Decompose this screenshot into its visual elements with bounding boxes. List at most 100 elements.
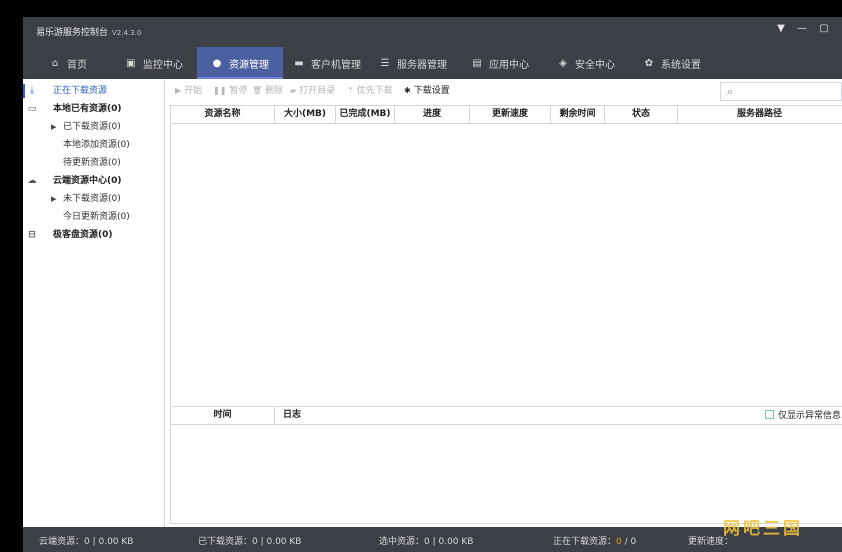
log-header: 时间 日志 仅显示异常信息 (171, 406, 842, 425)
tab-security-center[interactable]: ◈ 安全中心 (557, 47, 615, 79)
robot-icon: ● (212, 57, 222, 69)
only-errors-checkbox[interactable]: 仅显示异常信息 (765, 409, 841, 423)
column-header[interactable]: 资源名称 (171, 106, 275, 123)
column-header[interactable]: 进度 (395, 106, 470, 123)
tab-app-center[interactable]: ▤ 应用中心 (471, 47, 529, 79)
sidebar-item-label: 极客盘资源(0) (53, 230, 113, 240)
open-directory-button[interactable]: ▰ 打开目录 (290, 83, 335, 99)
tab-label: 监控中心 (143, 59, 183, 71)
download-icon: ⤓ (30, 86, 34, 96)
download-settings-label: 下载设置 (413, 86, 450, 96)
trash-icon: 🗑 (252, 86, 263, 95)
log-panel: 时间 日志 仅显示异常信息 (170, 406, 842, 524)
search-input[interactable] (741, 85, 839, 98)
sidebar-item-downloading[interactable]: ⤓ 正在下载资源 (23, 82, 165, 100)
expand-arrow-icon[interactable]: ▶ (51, 190, 56, 208)
shield-icon: ◈ (559, 57, 567, 69)
app-box-icon: ▤ (472, 57, 482, 69)
status-cloud-resources: 云端资源：0 | 0.00 KB (39, 537, 134, 547)
app-title: 易乐游服务控制台 V2.4.3.0 (36, 25, 141, 38)
sidebar-item-downloaded[interactable]: ▶ 已下载资源(0) (23, 118, 165, 136)
status-bar: 云端资源：0 | 0.00 KB 已下载资源：0 | 0.00 KB 选中资源：… (23, 527, 842, 552)
sidebar-item-not-downloaded[interactable]: ▶ 未下载资源(0) (23, 190, 165, 208)
status-downloaded-resources: 已下载资源：0 | 0.00 KB (198, 537, 302, 547)
play-icon: ▶ (175, 86, 182, 95)
open-directory-label: 打开目录 (299, 86, 336, 96)
status-downloading-total: / 0 (624, 537, 637, 547)
column-header[interactable]: 已完成(MB) (336, 106, 395, 123)
sidebar-item-label: 云端资源中心(0) (53, 176, 122, 186)
title-bar: 易乐游服务控制台 V2.4.3.0 ▼ — ▢ ⌂ 首页 ▣ 监控中心 ● 资源管理 ▬… (23, 17, 842, 79)
maximize-button[interactable]: ▢ (817, 22, 831, 36)
sidebar-item-local-resources[interactable]: ▭ 本地已有资源(0) (23, 100, 165, 118)
home-icon: ⌂ (51, 57, 59, 69)
search-box[interactable]: ⌕ (720, 82, 842, 101)
app-title-text: 易乐游服务控制台 (36, 28, 109, 38)
tab-label: 资源管理 (229, 59, 269, 71)
sidebar-item-updated-today[interactable]: 今日更新资源(0) (23, 208, 165, 226)
column-header[interactable]: 更新速度 (470, 106, 551, 123)
sidebar-item-label: 未下载资源(0) (63, 194, 121, 204)
priority-download-label: 优先下载 (356, 86, 393, 96)
resource-list-body[interactable] (170, 124, 842, 406)
sidebar-item-pending-update[interactable]: 待更新资源(0) (23, 154, 165, 172)
monitor-chart-icon: ▣ (126, 57, 136, 69)
sidebar-item-locally-added[interactable]: 本地添加资源(0) (23, 136, 165, 154)
cloud-icon: ☁ (27, 176, 37, 186)
status-downloading: 正在下载资源：0 / 0 (553, 534, 636, 547)
delete-button[interactable]: 🗑 删除 (252, 83, 283, 99)
tab-server-management[interactable]: ☰ 服务器管理 (379, 47, 447, 79)
sidebar-item-label: 今日更新资源(0) (63, 212, 130, 222)
tab-label: 首页 (67, 59, 87, 71)
only-errors-label: 仅显示异常信息 (778, 411, 842, 421)
log-column-time[interactable]: 时间 (171, 407, 275, 424)
table-header: 资源名称 大小(MB) 已完成(MB) 进度 更新速度 剩余时间 状态 服务器路… (170, 105, 842, 124)
sidebar-item-label: 正在下载资源 (53, 86, 108, 96)
sidebar-item-label: 待更新资源(0) (63, 158, 121, 168)
tab-monitor[interactable]: ▣ 监控中心 (125, 47, 183, 79)
start-label: 开始 (184, 86, 203, 96)
status-selected-resources: 选中资源：0 | 0.00 KB (379, 537, 474, 547)
tab-label: 安全中心 (575, 59, 615, 71)
tab-client-management[interactable]: ▬ 客户机管理 (293, 47, 361, 79)
folder-open-icon: ▰ (290, 86, 297, 95)
tab-label: 系统设置 (661, 59, 701, 71)
column-header[interactable]: 大小(MB) (275, 106, 336, 123)
tab-label: 客户机管理 (311, 59, 361, 71)
tab-system-settings[interactable]: ✿ 系统设置 (643, 47, 701, 79)
column-header[interactable]: 状态 (605, 106, 678, 123)
log-column-message[interactable]: 日志 (283, 407, 301, 424)
pause-icon: ❚❚ (213, 86, 227, 95)
expand-arrow-icon[interactable]: ▶ (51, 118, 56, 136)
checkbox-box[interactable] (765, 410, 774, 419)
priority-download-button[interactable]: ⇡ 优先下载 (347, 83, 393, 99)
sidebar-item-label: 本地添加资源(0) (63, 140, 130, 150)
settings-gear-icon: ✱ (404, 86, 411, 95)
sidebar: ⤓ 正在下载资源 ▭ 本地已有资源(0) ▶ 已下载资源(0) 本地添加资源(0… (23, 79, 165, 527)
status-downloading-current: 0 (616, 537, 622, 547)
desktop-icon: ▬ (294, 57, 304, 69)
sidebar-item-label: 已下载资源(0) (63, 122, 121, 132)
pause-label: 暂停 (229, 86, 248, 96)
delete-label: 删除 (265, 86, 284, 96)
server-icon: ☰ (380, 57, 390, 69)
column-header[interactable]: 剩余时间 (551, 106, 605, 123)
app-version: V2.4.3.0 (112, 29, 142, 37)
start-button[interactable]: ▶ 开始 (175, 83, 202, 99)
tab-resource-management[interactable]: ● 资源管理 (197, 47, 283, 79)
pause-button[interactable]: ❚❚ 暂停 (213, 83, 247, 99)
minimize-button[interactable]: — (795, 22, 809, 36)
tab-label: 应用中心 (489, 59, 529, 71)
app-window: 易乐游服务控制台 V2.4.3.0 ▼ — ▢ ⌂ 首页 ▣ 监控中心 ● 资源管理 ▬… (23, 17, 842, 552)
tab-home[interactable]: ⌂ 首页 (49, 47, 87, 79)
watermark-logo: 网吧三国 (723, 519, 803, 539)
download-settings-button[interactable]: ✱ 下载设置 (404, 83, 450, 99)
tab-label: 服务器管理 (397, 59, 447, 71)
dropdown-menu-icon[interactable]: ▼ (774, 22, 788, 36)
sidebar-item-geek-disk[interactable]: ⊟ 极客盘资源(0) (23, 226, 165, 244)
folder-icon: ▭ (27, 104, 37, 114)
column-header[interactable]: 服务器路径 (678, 106, 841, 123)
upload-arrow-icon: ⇡ (347, 86, 354, 95)
sidebar-item-cloud-resources[interactable]: ☁ 云端资源中心(0) (23, 172, 165, 190)
main-nav: ⌂ 首页 ▣ 监控中心 ● 资源管理 ▬ 客户机管理 ☰ 服务器管理 ▤ 应用中心 ◈ 安全中… (23, 47, 842, 79)
